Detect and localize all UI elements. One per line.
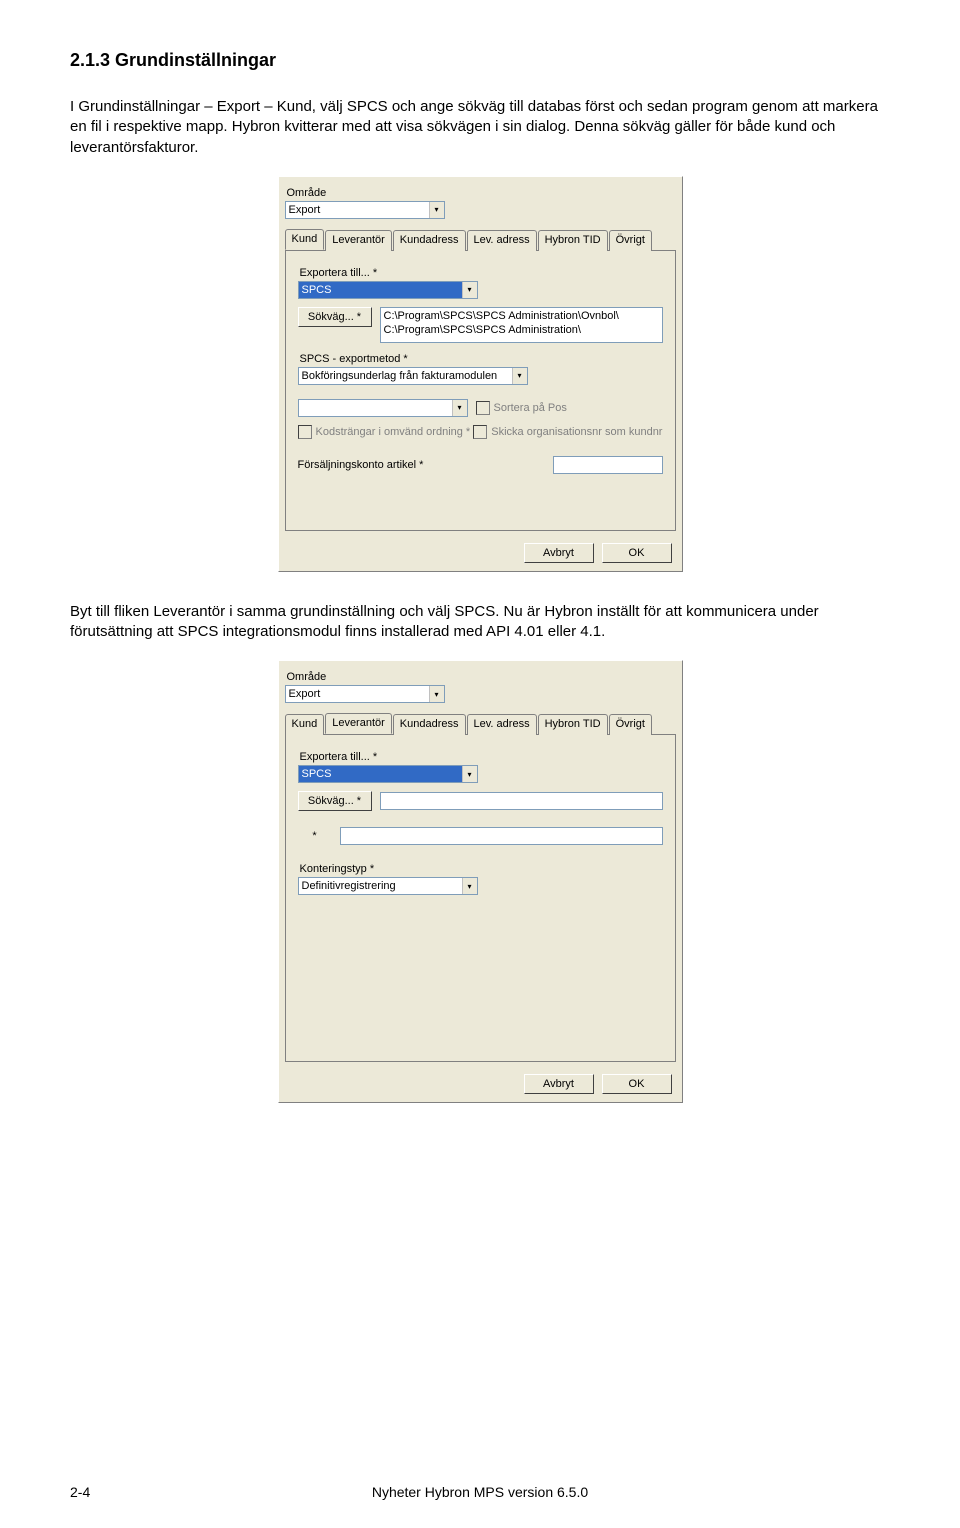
tab-kund[interactable]: Kund xyxy=(285,714,325,735)
chevron-down-icon: ▾ xyxy=(429,202,444,218)
omrade-value: Export xyxy=(289,204,321,216)
sokvag-line1: C:\Program\SPCS\SPCS Administration\Ovnb… xyxy=(384,310,659,324)
settings-dialog-kund: Område Export ▾ Kund Leverantör Kundadre… xyxy=(278,176,683,572)
tab-hybron-tid[interactable]: Hybron TID xyxy=(538,230,608,251)
forsaljningskonto-input[interactable] xyxy=(553,456,663,474)
cancel-button[interactable]: Avbryt xyxy=(524,543,594,563)
page-footer: 2-4 Nyheter Hybron MPS version 6.5.0 xyxy=(70,1484,890,1500)
omrade-combo[interactable]: Export ▾ xyxy=(285,201,445,219)
export-to-label: Exportera till... * xyxy=(300,267,663,279)
konteringstyp-value: Definitivregistrering xyxy=(302,880,396,892)
konteringstyp-label: Konteringstyp * xyxy=(300,863,663,875)
cancel-button[interactable]: Avbryt xyxy=(524,1074,594,1094)
tab-kundadress[interactable]: Kundadress xyxy=(393,230,466,251)
star-label: * xyxy=(298,830,332,842)
sort-checkbox: Sortera på Pos xyxy=(476,401,567,415)
omrade-combo[interactable]: Export ▾ xyxy=(285,685,445,703)
footer-title: Nyheter Hybron MPS version 6.5.0 xyxy=(70,1484,890,1500)
forsaljningskonto-label: Försäljningskonto artikel * xyxy=(298,459,424,471)
kodstrangar-label: Kodsträngar i omvänd ordning * xyxy=(316,426,471,438)
checkbox-box-icon xyxy=(473,425,487,439)
sort-label: Sortera på Pos xyxy=(494,402,567,414)
tab-kund[interactable]: Kund xyxy=(285,229,325,250)
tab-body-leverantor: Exportera till... * SPCS ▾ Sökväg... * *… xyxy=(285,735,676,1062)
tabstrip: Kund Leverantör Kundadress Lev. adress H… xyxy=(285,713,676,735)
tab-kundadress[interactable]: Kundadress xyxy=(393,714,466,735)
omrade-label: Område xyxy=(287,671,676,683)
star-input[interactable] xyxy=(340,827,663,845)
tab-leverantor[interactable]: Leverantör xyxy=(325,230,392,251)
sokvag-button[interactable]: Sökväg... * xyxy=(298,791,372,811)
export-to-combo[interactable]: SPCS ▾ xyxy=(298,281,478,299)
export-to-label: Exportera till... * xyxy=(300,751,663,763)
exportmetod-label: SPCS - exportmetod * xyxy=(300,353,663,365)
checkbox-box-icon xyxy=(298,425,312,439)
tab-ovrigt[interactable]: Övrigt xyxy=(609,714,652,735)
skicka-orgnr-label: Skicka organisationsnr som kundnr xyxy=(491,426,662,438)
tabstrip: Kund Leverantör Kundadress Lev. adress H… xyxy=(285,229,676,251)
omrade-label: Område xyxy=(287,187,676,199)
exportmetod-combo[interactable]: Bokföringsunderlag från fakturamodulen ▾ xyxy=(298,367,528,385)
checkbox-box-icon xyxy=(476,401,490,415)
sokvag-line2: C:\Program\SPCS\SPCS Administration\ xyxy=(384,324,659,338)
tab-lev-adress[interactable]: Lev. adress xyxy=(467,230,537,251)
empty-combo[interactable]: ▾ xyxy=(298,399,468,417)
dialog-buttons: Avbryt OK xyxy=(285,1074,676,1094)
skicka-orgnr-checkbox: Skicka organisationsnr som kundnr xyxy=(473,425,662,439)
ok-button[interactable]: OK xyxy=(602,1074,672,1094)
export-to-value: SPCS xyxy=(302,768,332,780)
tab-hybron-tid[interactable]: Hybron TID xyxy=(538,714,608,735)
dialog-buttons: Avbryt OK xyxy=(285,543,676,563)
chevron-down-icon: ▾ xyxy=(512,368,527,384)
export-to-value: SPCS xyxy=(302,284,332,296)
sokvag-input[interactable] xyxy=(380,792,663,810)
paragraph-2: Byt till fliken Leverantör i samma grund… xyxy=(70,602,890,643)
sokvag-button[interactable]: Sökväg... * xyxy=(298,307,372,327)
chevron-down-icon: ▾ xyxy=(462,282,477,298)
settings-dialog-leverantor: Område Export ▾ Kund Leverantör Kundadre… xyxy=(278,660,683,1103)
tab-ovrigt[interactable]: Övrigt xyxy=(609,230,652,251)
tab-leverantor[interactable]: Leverantör xyxy=(325,713,392,734)
chevron-down-icon: ▾ xyxy=(462,766,477,782)
section-heading: 2.1.3 Grundinställningar xyxy=(70,50,890,71)
ok-button[interactable]: OK xyxy=(602,543,672,563)
sokvag-paths: C:\Program\SPCS\SPCS Administration\Ovnb… xyxy=(380,307,663,343)
chevron-down-icon: ▾ xyxy=(462,878,477,894)
omrade-value: Export xyxy=(289,688,321,700)
exportmetod-value: Bokföringsunderlag från fakturamodulen xyxy=(302,370,498,382)
chevron-down-icon: ▾ xyxy=(452,400,467,416)
tab-body-kund: Exportera till... * SPCS ▾ Sökväg... * C… xyxy=(285,251,676,531)
chevron-down-icon: ▾ xyxy=(429,686,444,702)
kodstrangar-checkbox: Kodsträngar i omvänd ordning * xyxy=(298,425,471,439)
paragraph-1: I Grundinställningar – Export – Kund, vä… xyxy=(70,97,890,158)
konteringstyp-combo[interactable]: Definitivregistrering ▾ xyxy=(298,877,478,895)
tab-lev-adress[interactable]: Lev. adress xyxy=(467,714,537,735)
export-to-combo[interactable]: SPCS ▾ xyxy=(298,765,478,783)
